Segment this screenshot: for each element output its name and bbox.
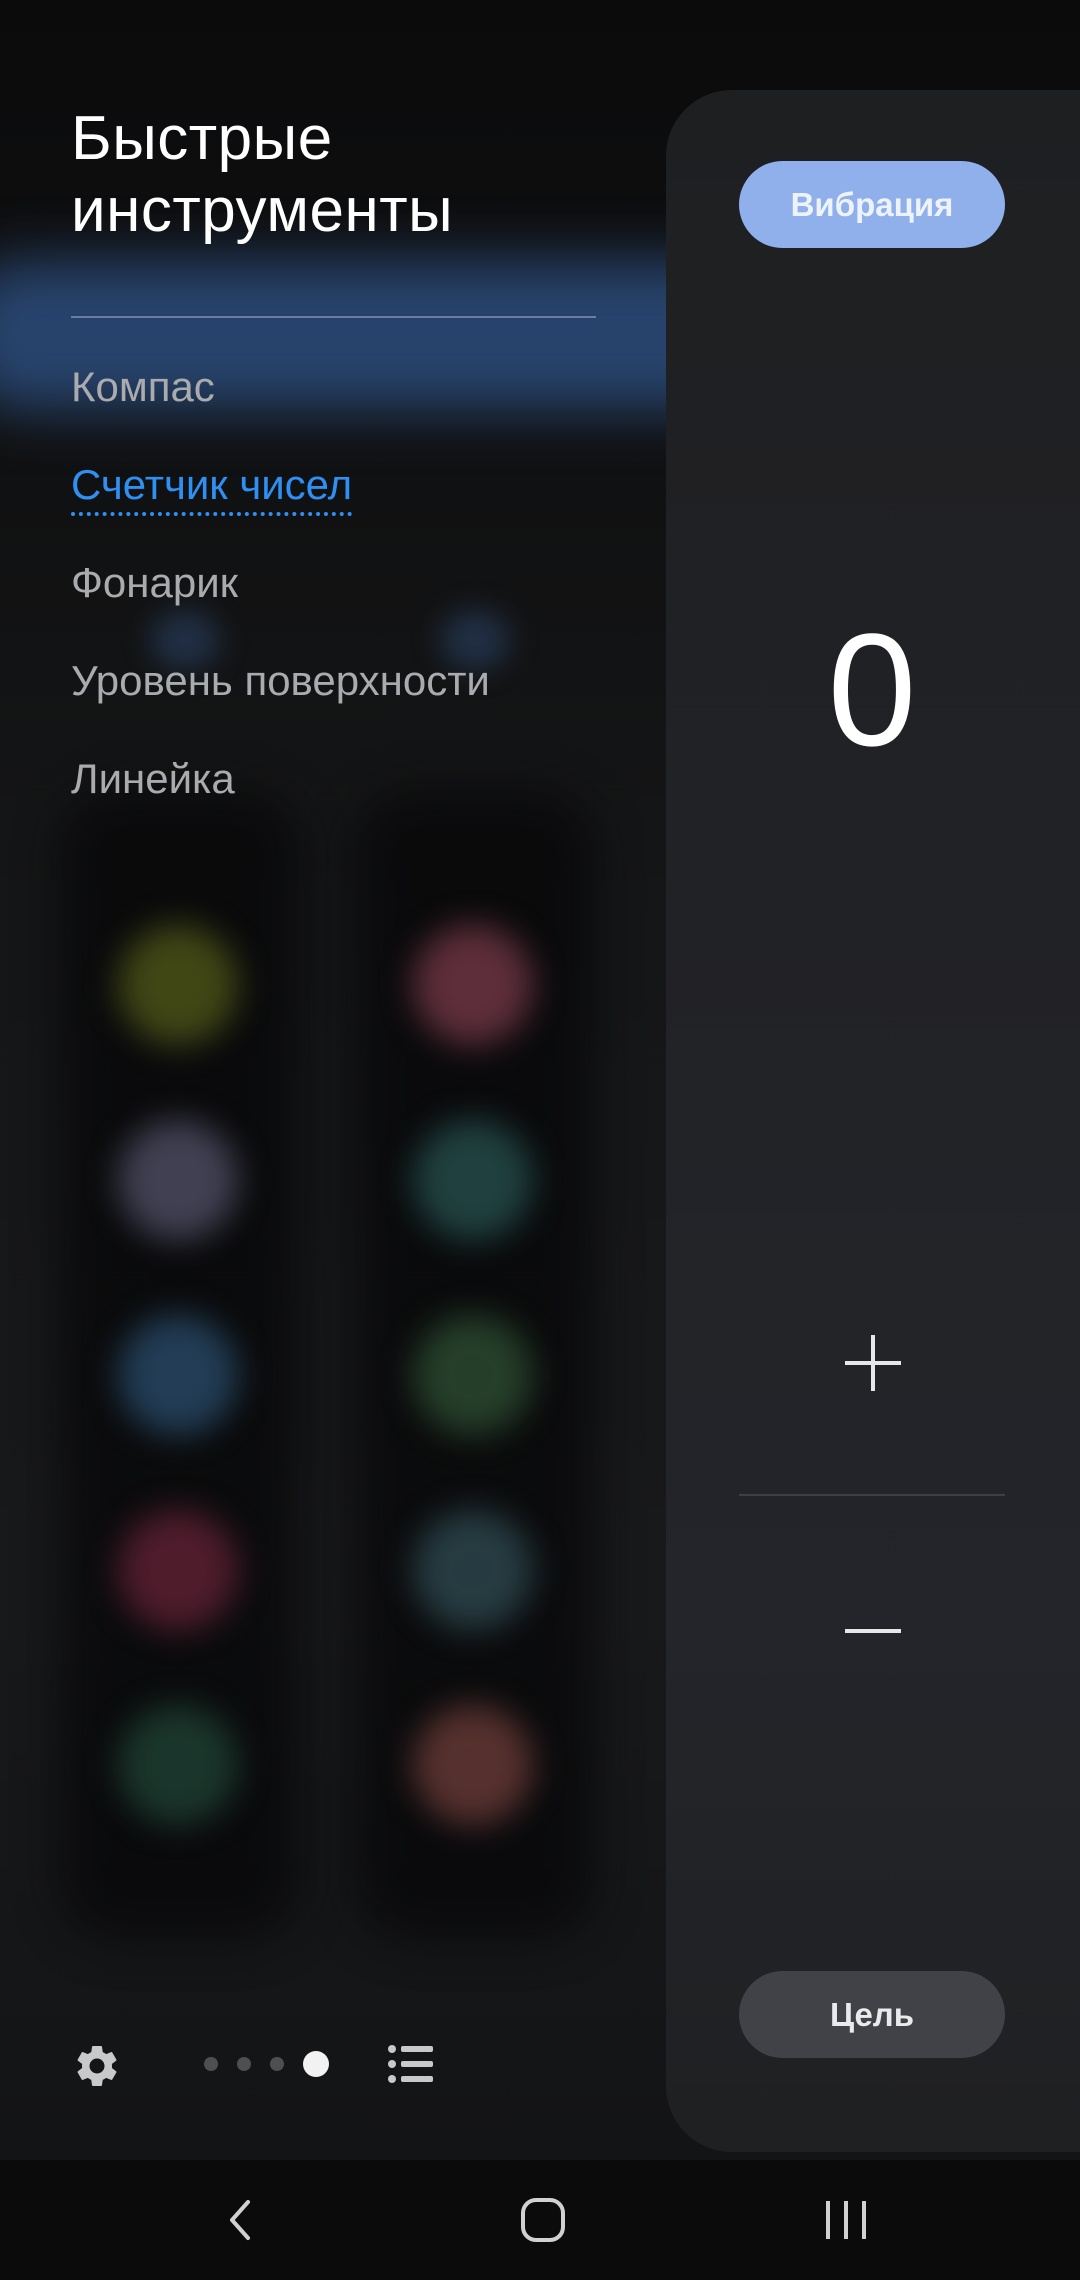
plus-icon[interactable] bbox=[820, 1310, 926, 1416]
page-indicator bbox=[204, 2050, 329, 2078]
gear-icon[interactable] bbox=[72, 2041, 122, 2091]
tool-item-label: Компас bbox=[71, 363, 215, 410]
title-divider bbox=[71, 316, 596, 318]
background-app-blur bbox=[413, 925, 533, 1045]
tool-item-label: Фонарик bbox=[71, 559, 239, 606]
background-app-blur bbox=[413, 1315, 533, 1435]
page-dot bbox=[237, 2057, 251, 2071]
background-app-blur bbox=[118, 1510, 238, 1630]
recents-icon[interactable] bbox=[816, 2192, 876, 2248]
list-icon[interactable] bbox=[388, 2044, 434, 2084]
background-app-blur bbox=[413, 1510, 533, 1630]
screen: Быстрые инструменты Компас Счетчик чисел… bbox=[0, 0, 1080, 2280]
tool-item-label: Счетчик чисел bbox=[71, 458, 353, 516]
target-button[interactable]: Цель bbox=[739, 1971, 1005, 2058]
background-app-blur bbox=[118, 925, 238, 1045]
tool-item-flashlight[interactable]: Фонарик bbox=[71, 552, 490, 650]
back-icon[interactable] bbox=[212, 2192, 272, 2248]
tool-item-compass[interactable]: Компас bbox=[71, 356, 490, 454]
tool-item-label: Уровень поверхности bbox=[71, 657, 490, 704]
background-app-blur bbox=[413, 1120, 533, 1240]
counter-card bbox=[666, 90, 1080, 2152]
tool-item-label: Линейка bbox=[71, 755, 235, 802]
tool-item-ruler[interactable]: Линейка bbox=[71, 748, 490, 846]
title-line-1: Быстрые bbox=[71, 104, 333, 173]
page-dot bbox=[270, 2057, 284, 2071]
page-dot bbox=[204, 2057, 218, 2071]
background-app-blur bbox=[118, 1705, 238, 1825]
background-app-blur bbox=[118, 1120, 238, 1240]
counter-divider bbox=[739, 1494, 1005, 1496]
vibration-button[interactable]: Вибрация bbox=[739, 161, 1005, 248]
background-app-blur bbox=[118, 1315, 238, 1435]
background-app-blur bbox=[413, 1705, 533, 1825]
page-dot-current bbox=[303, 2051, 329, 2077]
home-icon[interactable] bbox=[513, 2192, 573, 2248]
minus-icon[interactable] bbox=[820, 1578, 926, 1684]
tool-item-surface-level[interactable]: Уровень поверхности bbox=[71, 650, 490, 748]
counter-value: 0 bbox=[827, 600, 917, 779]
tool-item-number-counter[interactable]: Счетчик чисел bbox=[71, 454, 490, 552]
page-title: Быстрые инструменты bbox=[71, 103, 631, 247]
tool-list: Компас Счетчик чисел Фонарик Уровень пов… bbox=[71, 356, 490, 846]
title-line-2: инструменты bbox=[71, 176, 454, 245]
